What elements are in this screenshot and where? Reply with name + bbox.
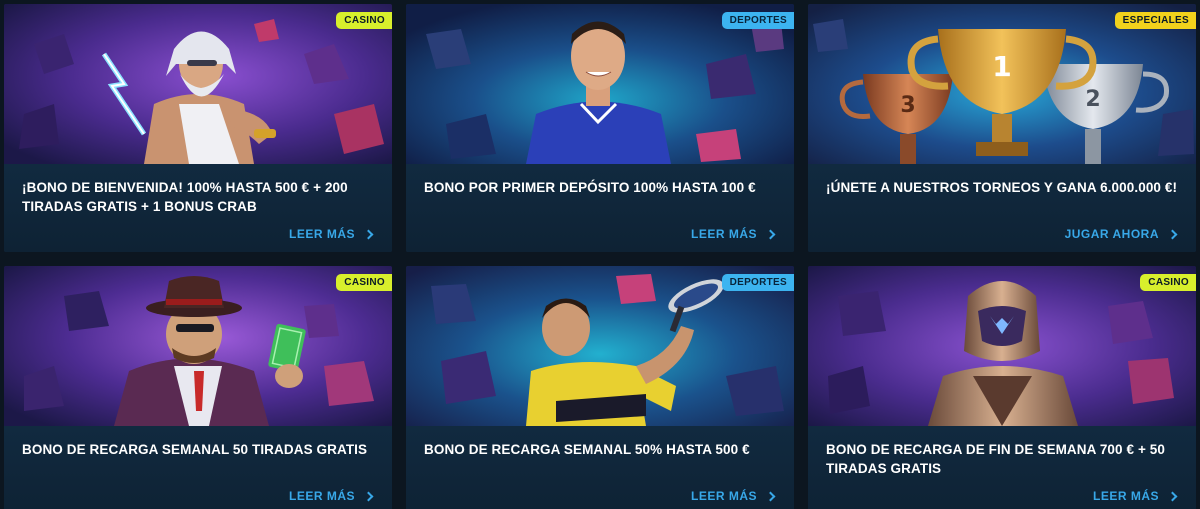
promo-card-weekend-reload[interactable]: CASINO BONO DE RECARGA DE FIN DE SEMANA … <box>808 266 1196 509</box>
promo-illustration: CASINO <box>808 266 1196 426</box>
chevron-right-icon <box>1167 229 1178 239</box>
chevron-right-icon <box>765 229 776 239</box>
trophy-number: 3 <box>900 93 915 118</box>
cta-label: LEER MÁS <box>288 227 355 241</box>
read-more-link[interactable]: LEER MÁS <box>690 227 776 241</box>
cta-label: LEER MÁS <box>690 489 757 503</box>
category-badge: DEPORTES <box>721 12 794 29</box>
promo-card-welcome-bonus[interactable]: CASINO ¡BONO DE BIENVENIDA! 100% HASTA 5… <box>4 4 392 252</box>
trophy-number: 2 <box>1085 87 1100 112</box>
cta-label: JUGAR AHORA <box>1064 227 1159 241</box>
promo-title: BONO DE RECARGA SEMANAL 50% HASTA 500 € <box>424 442 750 457</box>
read-more-link[interactable]: LEER MÁS <box>1092 489 1178 503</box>
promo-card-first-deposit[interactable]: DEPORTES BONO POR PRIMER DEPÓSITO 100% H… <box>406 4 794 252</box>
gangster-character-icon <box>4 266 392 426</box>
category-badge: ESPECIALES <box>1114 12 1196 29</box>
promo-illustration: 3 2 1 ESPECIALES <box>808 4 1196 164</box>
read-more-link[interactable]: LEER MÁS <box>288 227 374 241</box>
promo-info: BONO DE RECARGA SEMANAL 50 TIRADAS GRATI… <box>4 426 392 509</box>
promo-illustration: CASINO <box>4 4 392 164</box>
chevron-right-icon <box>363 229 374 239</box>
promo-illustration: DEPORTES <box>406 266 794 426</box>
promo-title: ¡ÚNETE A NUESTROS TORNEOS Y GANA 6.000.0… <box>826 180 1178 195</box>
promo-info: BONO DE RECARGA DE FIN DE SEMANA 700 € +… <box>808 426 1196 509</box>
promo-title: BONO DE RECARGA SEMANAL 50 TIRADAS GRATI… <box>22 442 368 457</box>
promo-illustration: CASINO <box>4 266 392 426</box>
promo-title: ¡BONO DE BIENVENIDA! 100% HASTA 500 € + … <box>22 180 348 214</box>
promo-title: BONO DE RECARGA DE FIN DE SEMANA 700 € +… <box>826 442 1165 476</box>
category-badge: CASINO <box>1140 274 1196 291</box>
promo-info: BONO POR PRIMER DEPÓSITO 100% HASTA 100 … <box>406 164 794 252</box>
chevron-right-icon <box>765 491 776 501</box>
chevron-right-icon <box>1167 491 1178 501</box>
promo-title: BONO POR PRIMER DEPÓSITO 100% HASTA 100 … <box>424 180 756 195</box>
category-badge: CASINO <box>336 12 392 29</box>
promo-info: ¡ÚNETE A NUESTROS TORNEOS Y GANA 6.000.0… <box>808 164 1196 252</box>
promo-info: BONO DE RECARGA SEMANAL 50% HASTA 500 € … <box>406 426 794 509</box>
promo-card-weekly-reload-sports[interactable]: DEPORTES BONO DE RECARGA SEMANAL 50% HAS… <box>406 266 794 509</box>
armored-warrior-icon <box>808 266 1196 426</box>
zeus-god-icon <box>4 4 392 164</box>
read-more-link[interactable]: LEER MÁS <box>690 489 776 503</box>
promotions-grid: CASINO ¡BONO DE BIENVENIDA! 100% HASTA 5… <box>0 0 1200 509</box>
promo-card-tournaments[interactable]: 3 2 1 ESPECIALES ¡ÚNETE A NUESTROS TORNE… <box>808 4 1196 252</box>
cta-label: LEER MÁS <box>690 227 757 241</box>
promo-illustration: DEPORTES <box>406 4 794 164</box>
play-now-link[interactable]: JUGAR AHORA <box>1064 227 1178 241</box>
chevron-right-icon <box>363 491 374 501</box>
read-more-link[interactable]: LEER MÁS <box>288 489 374 503</box>
cta-label: LEER MÁS <box>288 489 355 503</box>
category-badge: DEPORTES <box>721 274 794 291</box>
trophy-number: 1 <box>992 50 1011 83</box>
promo-card-weekly-reload-spins[interactable]: CASINO BONO DE RECARGA SEMANAL 50 TIRADA… <box>4 266 392 509</box>
promo-info: ¡BONO DE BIENVENIDA! 100% HASTA 500 € + … <box>4 164 392 252</box>
category-badge: CASINO <box>336 274 392 291</box>
cta-label: LEER MÁS <box>1092 489 1159 503</box>
